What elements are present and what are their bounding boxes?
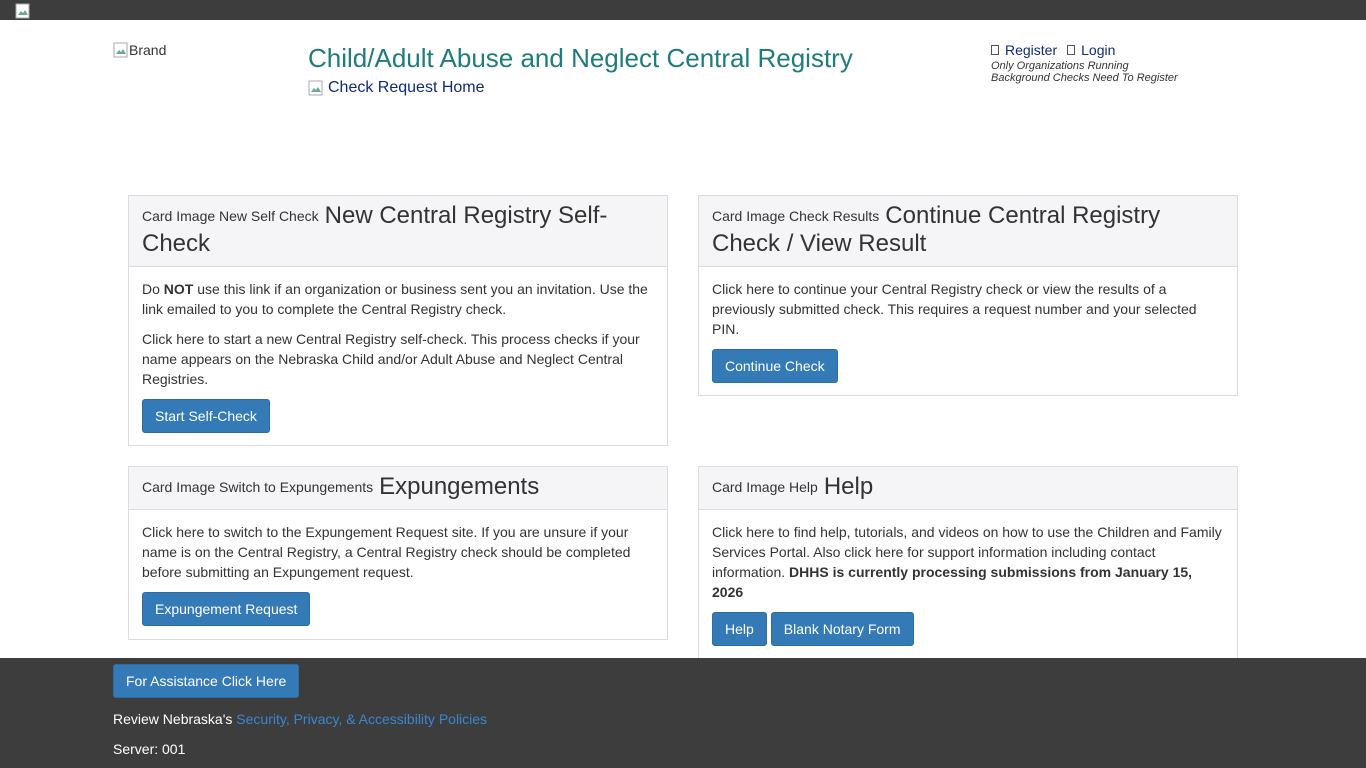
card-body: Click here to switch to the Expungement … xyxy=(129,510,667,639)
card-title: Card Image Switch to Expungements Expunge… xyxy=(142,473,540,500)
card-header: Card Image Check Results Continue Central… xyxy=(699,196,1237,267)
user-add-icon xyxy=(991,45,999,55)
description-text: Click here to find help, tutorials, and … xyxy=(712,524,1222,600)
help-card: Card Image Help Help Click here to find h… xyxy=(698,466,1238,666)
card-title: Card Image New Self Check New Central Reg… xyxy=(142,202,608,257)
register-note: Only Organizations Running Background Ch… xyxy=(991,60,1178,84)
self-check-card: Card Image New Self Check New Central Reg… xyxy=(128,195,668,446)
expungement-request-button[interactable]: Expungement Request xyxy=(142,592,311,626)
continue-check-card: Card Image Check Results Continue Central… xyxy=(698,195,1238,396)
brand-alt-text: Brand xyxy=(129,42,167,58)
top-bar xyxy=(0,0,1366,20)
check-request-home-link[interactable]: Check Request Home xyxy=(308,79,485,97)
page-title: Child/Adult Abuse and Neglect Central Re… xyxy=(308,43,853,73)
brand-logo[interactable]: Brand xyxy=(113,42,166,58)
policies-link[interactable]: Security, Privacy, & Accessibility Polic… xyxy=(236,711,487,727)
card-body: Click here to continue your Central Regi… xyxy=(699,267,1237,396)
register-link[interactable]: Register xyxy=(991,42,1057,58)
login-icon xyxy=(1067,45,1076,55)
register-label: Register xyxy=(1005,42,1058,58)
home-image-icon xyxy=(308,80,324,96)
continue-check-button[interactable]: Continue Check xyxy=(712,349,838,383)
card-body: Click here to find help, tutorials, and … xyxy=(699,510,1237,659)
card-header: Card Image Switch to Expungements Expunge… xyxy=(129,467,667,510)
card-image-alt: Card Image Help xyxy=(712,479,818,495)
broken-image-icon xyxy=(15,3,31,19)
blank-notary-form-button[interactable]: Blank Notary Form xyxy=(770,612,914,646)
card-header: Card Image Help Help xyxy=(699,467,1237,510)
card-header: Card Image New Self Check New Central Reg… xyxy=(129,196,667,267)
broken-image-icon xyxy=(113,42,129,58)
expungements-card: Card Image Switch to Expungements Expunge… xyxy=(128,466,668,640)
description-text: Click here to continue your Central Regi… xyxy=(712,281,1197,337)
card-image-alt: Card Image New Self Check xyxy=(142,208,319,224)
card-body: Do NOT use this link if an organization … xyxy=(129,267,667,446)
login-label: Login xyxy=(1081,42,1116,58)
assistance-button[interactable]: For Assistance Click Here xyxy=(113,664,300,698)
description-text: Click here to start a new Central Regist… xyxy=(142,331,640,387)
card-title: Card Image Check Results Continue Central… xyxy=(712,202,1161,257)
footer: For Assistance Click Here Review Nebrask… xyxy=(0,658,1366,768)
home-link-label: Check Request Home xyxy=(328,79,485,96)
help-button[interactable]: Help xyxy=(712,612,767,646)
card-image-alt: Card Image Switch to Expungements xyxy=(142,479,374,495)
login-link[interactable]: Login xyxy=(1067,42,1115,58)
start-self-check-button[interactable]: Start Self-Check xyxy=(142,399,270,433)
server-label: Server: 001 xyxy=(113,741,186,757)
card-title: Card Image Help Help xyxy=(712,473,874,500)
warning-text: Do NOT use this link if an organization … xyxy=(142,281,648,317)
policy-text: Review Nebraska's Security, Privacy, & A… xyxy=(113,711,488,727)
account-area: Register Login Only Organizations Runnin… xyxy=(991,42,1178,84)
card-image-alt: Card Image Check Results xyxy=(712,208,880,224)
description-text: Click here to switch to the Expungement … xyxy=(142,524,631,580)
